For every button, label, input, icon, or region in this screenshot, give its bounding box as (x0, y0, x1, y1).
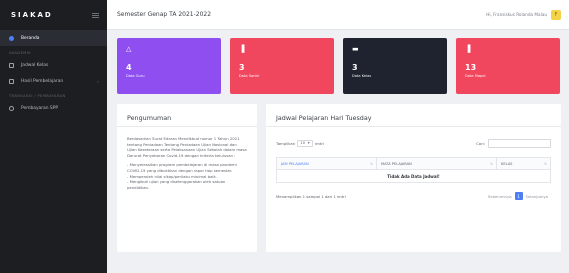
card-data-santri[interactable]: ▐ 3 Data Santri (230, 38, 334, 94)
column-kelas[interactable]: KELAS ⇅ (496, 157, 551, 170)
user-menu[interactable]: Hi, Fransiskus Rolanda Malau F (486, 9, 561, 20)
page-length: Tampilkan 10 ▾ entri (276, 139, 324, 147)
column-mata-pelajaran[interactable]: MATA PELAJARAN ⇅ (376, 157, 497, 170)
column-jam-pelajaran[interactable]: JAM PELAJARAN ⇅ (276, 157, 377, 170)
table-row: Tidak Ada Data Jadwal! (276, 169, 551, 183)
sidebar-item-label: Pembayaran SPP (21, 105, 58, 111)
sidebar-item-label: Jadwal Kelas (21, 62, 49, 68)
card-label: Data Santri (239, 74, 260, 78)
column-label: JAM PELAJARAN (281, 161, 309, 166)
prev-button[interactable]: Sebelumnya (488, 194, 512, 199)
monitor-icon: ▬ (352, 45, 359, 53)
column-label: MATA PELAJARAN (381, 161, 412, 166)
sidebar-item-jadwal-kelas[interactable]: Jadwal Kelas (0, 57, 107, 73)
next-button[interactable]: Selanjutnya (526, 194, 548, 199)
sidebar-header: SIAKAD (0, 0, 107, 30)
card-label: Data Kelas (352, 74, 372, 78)
length-prefix: Tampilkan (276, 140, 296, 146)
brand-logo[interactable]: SIAKAD (11, 11, 53, 19)
user-greeting[interactable]: Hi, Fransiskus Rolanda Malau (486, 12, 547, 17)
chevron-down-icon: ▾ (307, 141, 310, 145)
sidebar: SIAKAD Beranda AKADEMIK Jadwal Kelas Has… (0, 0, 107, 273)
semester-label: Semester Genap TA 2021-2022 (117, 11, 212, 18)
avatar[interactable]: F (551, 9, 561, 20)
sort-icon: ⇅ (544, 161, 547, 166)
empty-message: Tidak Ada Data Jadwal! (276, 169, 551, 183)
sidebar-item-label: Beranda (21, 35, 40, 41)
sidebar-section-pembayaran: TRANSAKSI / PEMBAYARAN (9, 94, 66, 98)
schedule-table: JAM PELAJARAN ⇅ MATA PELAJARAN ⇅ KELAS ⇅… (276, 157, 551, 183)
chevron-right-icon: › (97, 78, 99, 84)
column-label: KELAS (501, 161, 513, 166)
document-icon (9, 78, 14, 84)
sidebar-item-beranda[interactable]: Beranda (0, 30, 107, 46)
schedule-panel: Jadwal Pelajaran Hari Tuesday Tampilkan … (266, 104, 561, 252)
table-footer: Menampilkan 1 sampai 1 dari 1 entri Sebe… (266, 192, 561, 200)
sort-icon: ⇅ (370, 161, 373, 166)
announcement-paragraph: Berdasarkan Surat Edaran Mendikbud nomor… (127, 136, 247, 158)
sidebar-item-pembayaran-spp[interactable]: Pembayaran SPP (0, 100, 107, 116)
pagination: Sebelumnya 1 Selanjutnya (485, 192, 551, 200)
announcement-criteria: - Menyelesaikan program pembelajaran di … (127, 162, 237, 190)
page-length-select[interactable]: 10 ▾ (297, 139, 314, 147)
wallet-icon (9, 105, 14, 111)
search-input[interactable] (488, 138, 551, 148)
menu-toggle-icon[interactable] (92, 12, 99, 18)
chart-icon: ▐ (239, 45, 245, 53)
topbar: Semester Genap TA 2021-2022 Hi, Fransisk… (107, 0, 569, 30)
page-length-value: 10 (300, 141, 306, 145)
card-value: 3 (352, 63, 358, 72)
announcement-panel: Pengumuman Berdasarkan Surat Edaran Mend… (117, 104, 257, 252)
card-data-mapel[interactable]: ▐ 13 Data Mapel (456, 38, 560, 94)
calendar-icon (9, 62, 14, 68)
stat-cards: △ 4 Data Guru ▐ 3 Data Santri ▬ 3 Data K… (117, 38, 561, 94)
chart-icon: ▐ (465, 45, 471, 53)
sidebar-section-akademik: AKADEMIK (9, 51, 31, 55)
schedule-title: Jadwal Pelajaran Hari Tuesday (276, 114, 372, 122)
length-suffix: entri (315, 140, 324, 146)
card-label: Data Guru (126, 74, 145, 78)
page-number-button[interactable]: 1 (514, 192, 523, 200)
card-value: 3 (239, 63, 245, 72)
sort-icon: ⇅ (490, 161, 493, 166)
users-icon: △ (126, 45, 132, 53)
sidebar-item-label: Hasil Pembelajaran (21, 78, 64, 84)
announcement-title: Pengumuman (127, 114, 172, 122)
card-value: 4 (126, 63, 132, 72)
card-data-guru[interactable]: △ 4 Data Guru (117, 38, 221, 94)
table-controls: Tampilkan 10 ▾ entri Cari: (266, 127, 561, 149)
search-label: Cari: (476, 140, 485, 146)
home-icon (9, 35, 14, 41)
announcement-body: Berdasarkan Surat Edaran Mendikbud nomor… (117, 127, 257, 190)
search: Cari: (476, 138, 551, 148)
table-header-row: JAM PELAJARAN ⇅ MATA PELAJARAN ⇅ KELAS ⇅ (276, 157, 551, 170)
card-data-kelas[interactable]: ▬ 3 Data Kelas (343, 38, 447, 94)
card-value: 13 (465, 63, 477, 72)
card-label: Data Mapel (465, 74, 486, 78)
table-info: Menampilkan 1 sampai 1 dari 1 entri (276, 193, 346, 199)
sidebar-item-hasil-pembelajaran[interactable]: Hasil Pembelajaran › (0, 73, 107, 89)
